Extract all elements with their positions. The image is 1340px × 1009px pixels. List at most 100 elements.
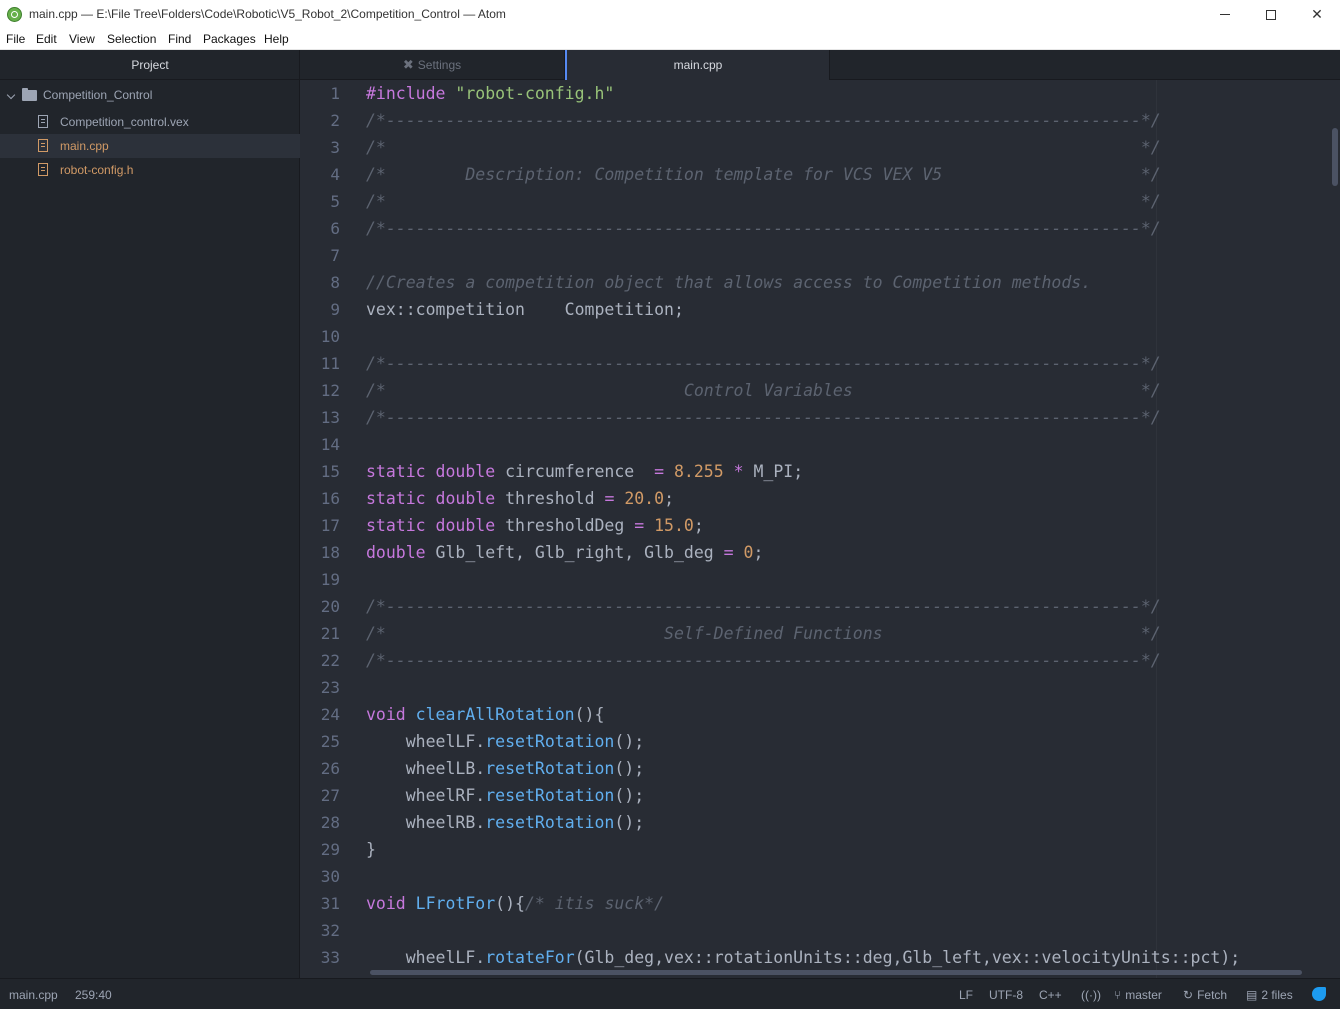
line-number: 31 bbox=[320, 894, 340, 913]
line-number: 9 bbox=[330, 300, 340, 319]
minimize-button[interactable] bbox=[1202, 0, 1248, 29]
code-line[interactable]: /*--------------------------------------… bbox=[366, 107, 1161, 134]
tree-file-label: robot-config.h bbox=[60, 163, 134, 177]
tree-root-label: Competition_Control bbox=[43, 88, 153, 102]
line-number: 14 bbox=[320, 435, 340, 454]
status-bar: main.cpp 259:40 LF UTF-8 C++ ((·)) ⑂ mast… bbox=[0, 978, 1340, 1009]
horizontal-scrollbar[interactable] bbox=[370, 970, 1302, 975]
tree-file-competition-control-vex[interactable]: Competition_control.vex bbox=[0, 110, 300, 134]
line-number: 1 bbox=[330, 84, 340, 103]
code-line[interactable]: wheelLB.resetRotation(); bbox=[366, 755, 644, 782]
close-button[interactable]: ✕ bbox=[1294, 0, 1340, 29]
code-line[interactable]: /*--------------------------------------… bbox=[366, 350, 1161, 377]
line-number: 32 bbox=[320, 921, 340, 940]
code-token: 20.0 bbox=[624, 489, 665, 508]
status-cursor-position[interactable]: 259:40 bbox=[75, 988, 112, 1002]
code-line[interactable]: static double thresholdDeg = 15.0; bbox=[366, 512, 704, 539]
code-line[interactable]: void LFrotFor(){/* itis suck*/ bbox=[366, 890, 664, 917]
menu-edit[interactable]: Edit bbox=[36, 32, 57, 46]
line-number: 16 bbox=[320, 489, 340, 508]
tree-root-folder[interactable]: Competition_Control bbox=[0, 83, 300, 107]
code-line[interactable]: /*--------------------------------------… bbox=[366, 593, 1161, 620]
menu-packages[interactable]: Packages bbox=[203, 32, 256, 46]
tree-file-main-cpp[interactable]: main.cpp bbox=[0, 134, 300, 158]
maximize-button[interactable] bbox=[1248, 0, 1294, 29]
broadcast-icon[interactable]: ((·)) bbox=[1081, 988, 1101, 1002]
code-line[interactable]: /*--------------------------------------… bbox=[366, 404, 1161, 431]
vertical-scrollbar[interactable] bbox=[1332, 128, 1338, 186]
code-token: wheelLB. bbox=[366, 759, 486, 778]
maximize-icon bbox=[1266, 9, 1276, 20]
branch-icon: ⑂ bbox=[1114, 988, 1122, 1002]
menu-view[interactable]: View bbox=[69, 32, 95, 46]
code-token: wheelRF. bbox=[366, 786, 486, 805]
code-line[interactable]: vex::competition Competition; bbox=[366, 296, 684, 323]
code-token: M_PI; bbox=[753, 462, 804, 481]
code-token: resetRotation bbox=[485, 759, 615, 778]
status-line-ending[interactable]: LF bbox=[959, 988, 973, 1002]
tab-main-cpp[interactable]: main.cpp bbox=[565, 50, 830, 80]
sync-icon: ↻ bbox=[1183, 988, 1194, 1002]
github-bird-icon[interactable] bbox=[1312, 987, 1326, 1001]
code-line[interactable]: //Creates a competition object that allo… bbox=[366, 269, 1091, 296]
menu-file[interactable]: File bbox=[6, 32, 25, 46]
code-line[interactable]: /*--------------------------------------… bbox=[366, 215, 1161, 242]
code-token: resetRotation bbox=[485, 732, 615, 751]
folder-icon bbox=[22, 88, 37, 101]
line-number: 7 bbox=[330, 246, 340, 265]
code-line[interactable]: #include "robot-config.h" bbox=[366, 80, 614, 107]
status-changed-files[interactable]: ▤ 2 files bbox=[1246, 988, 1293, 1002]
line-number: 28 bbox=[320, 813, 340, 832]
tree-view: Project Competition_Control Competition_… bbox=[0, 50, 300, 978]
wrench-icon: ✖ bbox=[402, 57, 414, 72]
tree-file-robot-config-h[interactable]: robot-config.h bbox=[0, 158, 300, 182]
menu-selection[interactable]: Selection bbox=[107, 32, 156, 46]
status-file-name[interactable]: main.cpp bbox=[9, 988, 58, 1002]
code-line[interactable]: wheelLF.resetRotation(); bbox=[366, 728, 644, 755]
code-line[interactable]: wheelRB.resetRotation(); bbox=[366, 809, 644, 836]
status-fetch[interactable]: ↻ Fetch bbox=[1183, 988, 1227, 1002]
code-token: /*--------------------------------------… bbox=[366, 111, 1161, 130]
status-encoding[interactable]: UTF-8 bbox=[989, 988, 1023, 1002]
menu-find[interactable]: Find bbox=[168, 32, 191, 46]
line-number: 27 bbox=[320, 786, 340, 805]
code-token: resetRotation bbox=[485, 813, 615, 832]
line-number: 21 bbox=[320, 624, 340, 643]
code-token: double bbox=[366, 543, 436, 562]
code-token: /* Description: Competition template for… bbox=[366, 165, 1161, 184]
menu-help[interactable]: Help bbox=[264, 32, 289, 46]
code-token: = bbox=[723, 543, 744, 562]
line-number-gutter: 1 2 3 4 5 6 7 8 9 10 11 12 13 14 15 16 17 18 19 20 21 22 23 24 2… bbox=[300, 80, 348, 978]
code-line[interactable]: /* Self-Defined Functions */ bbox=[366, 620, 1161, 647]
minimize-icon bbox=[1220, 14, 1230, 15]
chevron-down-icon[interactable] bbox=[6, 90, 16, 100]
line-number: 5 bbox=[330, 192, 340, 211]
code-line[interactable]: /* */ bbox=[366, 134, 1161, 161]
status-branch[interactable]: ⑂ master bbox=[1114, 988, 1162, 1002]
code-line[interactable]: static double threshold = 20.0; bbox=[366, 485, 674, 512]
text-editor[interactable]: 1 2 3 4 5 6 7 8 9 10 11 12 13 14 15 16 17 18 19 20 21 22 23 24 2… bbox=[300, 80, 1340, 978]
files-changed-label: 2 files bbox=[1261, 988, 1293, 1002]
code-token: rotateFor bbox=[485, 948, 575, 967]
code-line[interactable]: } bbox=[366, 836, 376, 863]
code-line[interactable]: void clearAllRotation(){ bbox=[366, 701, 604, 728]
code-line[interactable]: wheelRF.resetRotation(); bbox=[366, 782, 644, 809]
code-token: /*--------------------------------------… bbox=[366, 651, 1161, 670]
code-line[interactable]: /* Description: Competition template for… bbox=[366, 161, 1161, 188]
tree-file-label: main.cpp bbox=[60, 139, 109, 153]
status-grammar[interactable]: C++ bbox=[1039, 988, 1062, 1002]
code-line[interactable]: /* */ bbox=[366, 188, 1161, 215]
code-token: /* */ bbox=[366, 138, 1161, 157]
code-token: (); bbox=[614, 786, 645, 805]
code-line[interactable]: static double circumference = 8.255 * M_… bbox=[366, 458, 803, 485]
code-line[interactable]: /*--------------------------------------… bbox=[366, 647, 1161, 674]
code-token: #include bbox=[366, 84, 456, 103]
code-line[interactable]: /* Control Variables */ bbox=[366, 377, 1161, 404]
line-number: 3 bbox=[330, 138, 340, 157]
code-token: /* */ bbox=[366, 192, 1161, 211]
tab-settings[interactable]: ✖ Settings bbox=[300, 50, 565, 80]
code-line[interactable]: double Glb_left, Glb_right, Glb_deg = 0; bbox=[366, 539, 763, 566]
code-token: (){ bbox=[574, 705, 605, 724]
code-token: /*--------------------------------------… bbox=[366, 597, 1161, 616]
code-line[interactable]: wheelLF.rotateFor(Glb_deg,vex::rotationU… bbox=[366, 944, 1240, 971]
